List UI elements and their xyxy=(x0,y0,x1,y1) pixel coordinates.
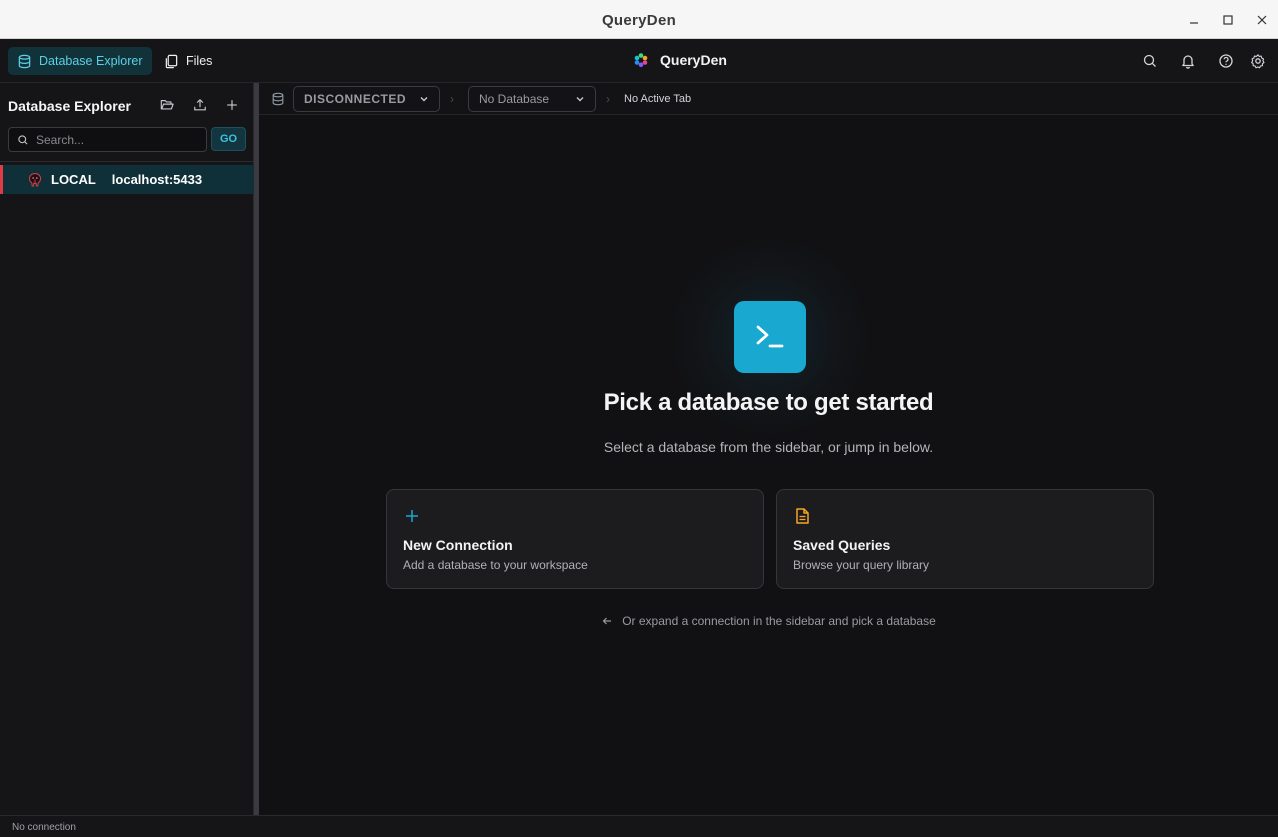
connection-status-label: DISCONNECTED xyxy=(304,92,407,106)
sidebar-hint: Or expand a connection in the sidebar an… xyxy=(259,614,1278,628)
brand-name: QueryDen xyxy=(660,52,727,68)
window-title: QueryDen xyxy=(601,12,677,29)
connection-item-local[interactable]: LOCAL localhost:5433 xyxy=(0,165,254,194)
help-icon[interactable] xyxy=(1218,53,1234,69)
bell-icon[interactable] xyxy=(1180,53,1196,69)
connection-host: localhost:5433 xyxy=(111,172,203,187)
card-description: Browse your query library xyxy=(793,558,930,572)
os-titlebar: QueryDen xyxy=(0,0,1278,39)
active-tab-label: No Active Tab xyxy=(624,93,692,105)
folder-open-icon[interactable] xyxy=(160,98,174,112)
card-title: Saved Queries xyxy=(793,537,891,553)
status-bar: No connection xyxy=(0,815,1278,837)
plus-icon[interactable] xyxy=(225,98,239,112)
terminal-icon xyxy=(734,301,806,373)
queryden-logo-icon xyxy=(634,53,648,68)
database-icon xyxy=(18,54,31,68)
app-header: Database Explorer Files QueryDen xyxy=(0,39,1278,83)
database-label: No Database xyxy=(479,92,550,106)
app-window: QueryDen Database Explorer Files QueryDe… xyxy=(0,0,1278,837)
database-icon xyxy=(271,91,285,107)
gear-icon[interactable] xyxy=(1250,53,1266,69)
brand: QueryDen xyxy=(632,51,727,69)
search-input[interactable] xyxy=(36,132,196,147)
tab-database-explorer[interactable]: Database Explorer xyxy=(8,47,152,75)
sidebar-title: Database Explorer xyxy=(8,98,131,114)
sidebar-divider xyxy=(0,161,254,162)
maximize-icon[interactable] xyxy=(1218,10,1238,30)
sidebar: Database Explorer GO LOCAL localhost:543… xyxy=(0,83,254,815)
tab-label: Database Explorer xyxy=(39,54,143,68)
page-title: Pick a database to get started xyxy=(603,389,934,416)
files-icon xyxy=(165,54,178,68)
connection-name: LOCAL xyxy=(51,172,96,187)
search-box xyxy=(8,127,207,152)
arrow-left-icon xyxy=(602,617,612,625)
saved-queries-card[interactable]: Saved Queries Browse your query library xyxy=(776,489,1154,589)
tab-files[interactable]: Files xyxy=(155,47,221,75)
page-subtitle: Select a database from the sidebar, or j… xyxy=(603,439,934,455)
breadcrumb-separator: › xyxy=(450,92,454,106)
upload-icon[interactable] xyxy=(193,98,207,112)
postgres-elephant-icon xyxy=(28,172,42,186)
chevron-down-icon xyxy=(420,97,428,102)
new-connection-card[interactable]: New Connection Add a database to your wo… xyxy=(386,489,764,589)
connection-status-text: No connection xyxy=(12,822,76,833)
go-button[interactable]: GO xyxy=(211,127,246,151)
search-icon[interactable] xyxy=(1142,53,1158,69)
search-icon xyxy=(18,134,28,145)
close-icon[interactable] xyxy=(1252,10,1272,30)
breadcrumb-separator: › xyxy=(606,92,610,106)
hint-text: Or expand a connection in the sidebar an… xyxy=(622,614,936,628)
connection-toolbar: DISCONNECTED › No Database › No Active T… xyxy=(259,83,1278,115)
card-title: New Connection xyxy=(403,537,513,553)
document-icon xyxy=(793,507,811,525)
database-dropdown[interactable]: No Database xyxy=(468,86,596,112)
card-description: Add a database to your workspace xyxy=(403,558,588,572)
plus-icon xyxy=(403,507,421,525)
connection-status-dropdown[interactable]: DISCONNECTED xyxy=(293,86,440,112)
tab-label: Files xyxy=(186,54,213,68)
main-panel: DISCONNECTED › No Database › No Active T… xyxy=(259,83,1278,815)
chevron-down-icon xyxy=(576,97,584,102)
minimize-icon[interactable] xyxy=(1184,10,1204,30)
